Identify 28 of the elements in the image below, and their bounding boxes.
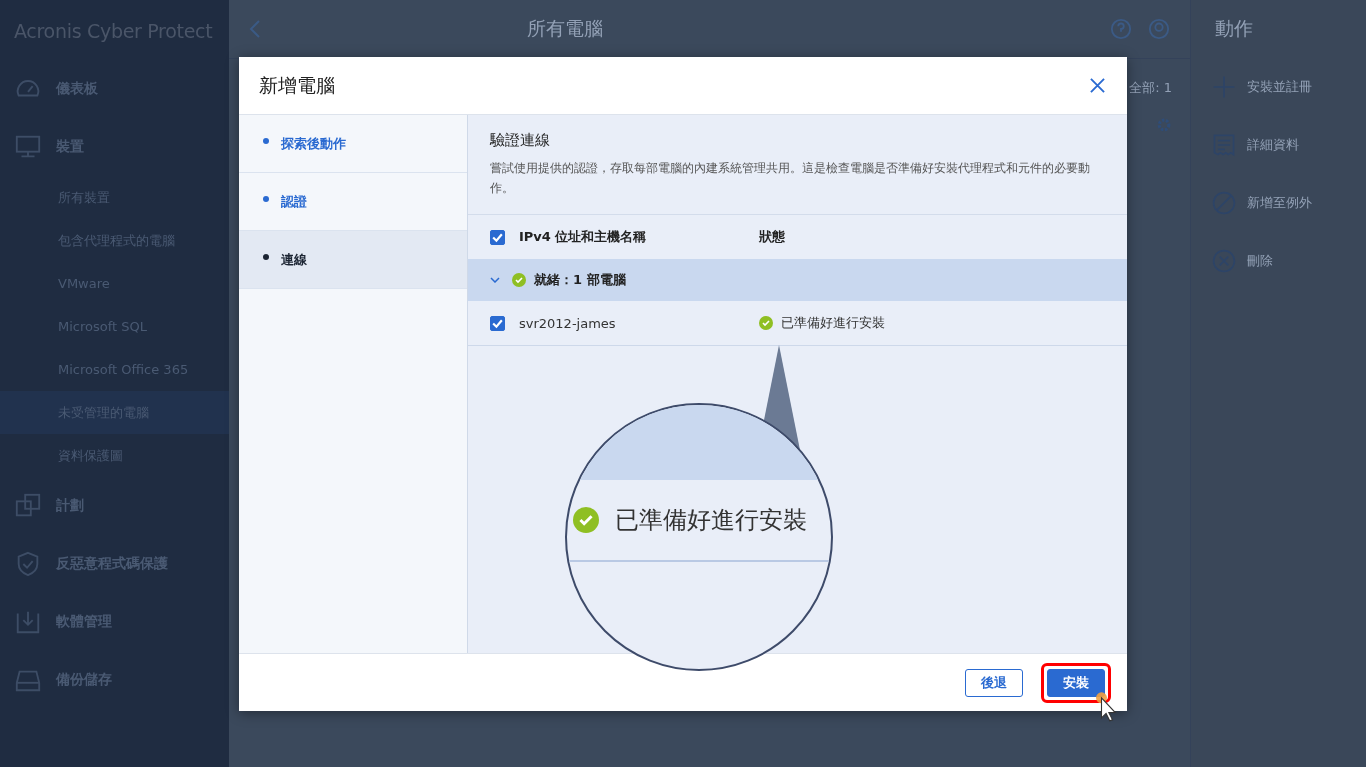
item-count: 全部: 1	[1129, 79, 1172, 97]
action-item[interactable]: 新增至例外	[1191, 174, 1366, 232]
dialog-button[interactable]: 安裝	[1047, 668, 1105, 697]
group-row[interactable]: 就緒：1 部電腦	[468, 259, 1127, 301]
page-title: 所有電腦	[527, 16, 604, 41]
dialog-button[interactable]: 後退	[965, 668, 1023, 697]
section-title: 驗證連線	[490, 131, 551, 150]
column-header[interactable]: 狀態	[759, 228, 785, 246]
magnified-status-text: 已準備好進行安裝	[615, 505, 807, 536]
table-cell-text: svr2012-james	[519, 315, 617, 331]
action-item[interactable]: 詳細資料	[1191, 116, 1366, 174]
dialog-title: 新增電腦	[259, 72, 335, 98]
action-item[interactable]: 安裝並註冊	[1191, 58, 1366, 116]
wizard-step[interactable]: 連線	[239, 231, 467, 289]
close-icon[interactable]	[1090, 78, 1105, 93]
panel-title: 動作	[1214, 16, 1254, 41]
group-label: 就緒：1 部電腦	[534, 271, 626, 289]
checkbox[interactable]	[490, 229, 505, 245]
check-circle-icon	[759, 316, 773, 330]
wizard-step[interactable]: 探索後動作	[239, 115, 467, 173]
description-text: 嘗試使用提供的認證，存取每部電腦的內建系統管理共用。這是檢查電腦是否準備好安裝代理程式和元件的必要動作。	[490, 160, 1091, 197]
column-header[interactable]: IPv4 位址和主機名稱	[519, 228, 759, 246]
checkbox[interactable]	[490, 315, 505, 331]
chevron-icon[interactable]	[490, 277, 500, 283]
action-item[interactable]: 刪除	[1191, 232, 1366, 290]
check-circle-icon	[573, 507, 599, 533]
status-text: 已準備好進行安裝	[781, 314, 885, 332]
check-circle-icon	[512, 273, 526, 287]
